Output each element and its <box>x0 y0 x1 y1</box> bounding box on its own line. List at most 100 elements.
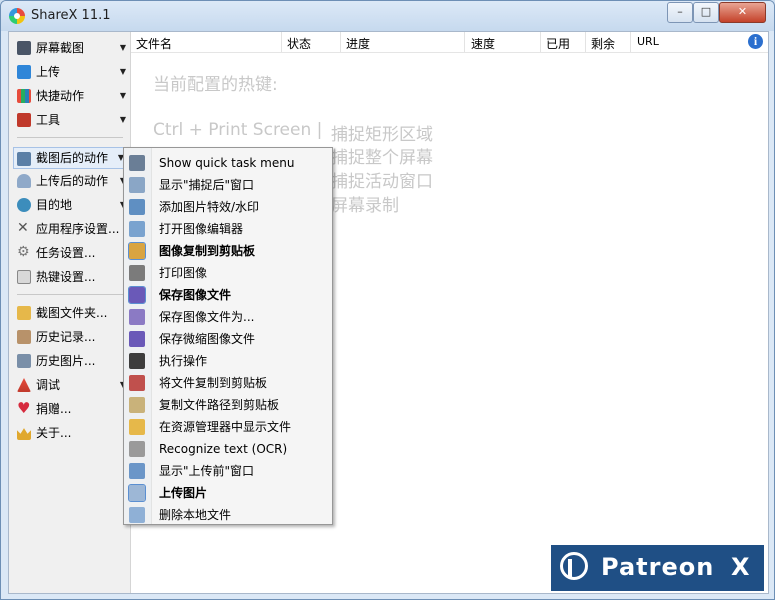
sidebar-item-debug[interactable]: 调试 ▼ <box>14 374 126 396</box>
cloud-icon <box>17 174 31 188</box>
menu-item[interactable]: 图像复制到剪贴板 <box>126 240 330 262</box>
menu-item[interactable]: 保存图像文件为... <box>126 306 330 328</box>
sidebar-item-screenshots-folder[interactable]: 截图文件夹... <box>14 302 126 324</box>
gear-icon: ⚙ <box>17 244 30 260</box>
hotkeys-title: 当前配置的热键: <box>153 75 278 95</box>
hotkey-action: 捕捉活动窗口 <box>331 172 433 192</box>
sidebar-item-app-settings[interactable]: ✕ 应用程序设置... <box>14 218 126 240</box>
menu-item-label: 图像复制到剪贴板 <box>159 244 256 258</box>
menu-item[interactable]: 在资源管理器中显示文件 <box>126 416 330 438</box>
terminal-icon <box>129 353 145 369</box>
sidebar-item-workflows[interactable]: 快捷动作 ▼ <box>14 85 126 107</box>
dropdown-arrow-icon: ▼ <box>119 67 126 76</box>
menu-item[interactable]: 添加图片特效/水印 <box>126 196 330 218</box>
column-header-elapsed[interactable]: 已用 <box>546 35 570 52</box>
column-header-url[interactable]: URL <box>637 35 659 48</box>
copy-path-icon <box>129 397 145 413</box>
maximize-button[interactable]: □ <box>693 2 719 23</box>
wrench-icon: ✕ <box>17 220 29 236</box>
delete-file-icon <box>129 507 145 523</box>
column-divider[interactable] <box>281 32 282 52</box>
menu-item-label: 保存图像文件为... <box>159 310 255 324</box>
ocr-icon <box>129 441 145 457</box>
sidebar-item-image-history[interactable]: 历史图片... <box>14 350 126 372</box>
sidebar-item-about[interactable]: 关于... <box>14 422 126 444</box>
sidebar-item-donate[interactable]: ♥ 捐赠... <box>14 398 126 420</box>
clipboard-icon <box>128 242 146 260</box>
save-thumbnail-icon <box>129 331 145 347</box>
cloud-upload-icon <box>128 484 146 502</box>
menu-item[interactable]: 显示"上传前"窗口 <box>126 460 330 482</box>
menu-item[interactable]: Recognize text (OCR) <box>126 438 330 460</box>
column-header-status[interactable]: 状态 <box>287 35 311 52</box>
sharex-mark: X <box>731 553 750 581</box>
sidebar-item-capture[interactable]: 屏幕截图 ▼ <box>14 37 126 59</box>
menu-item-label: 复制文件路径到剪贴板 <box>159 398 280 412</box>
sidebar-item-upload[interactable]: 上传 ▼ <box>14 61 126 83</box>
menu-item-label: 显示"上传前"窗口 <box>159 464 255 478</box>
sidebar-item-tools[interactable]: 工具 ▼ <box>14 109 126 131</box>
folder-icon <box>129 419 145 435</box>
menu-item[interactable]: 删除本地文件 <box>126 504 330 526</box>
task-list-header: 文件名 状态 进度 速度 已用 剩余 URL i <box>131 32 768 53</box>
menu-item-label: 显示"捕捉后"窗口 <box>159 178 255 192</box>
sidebar-item-after-upload[interactable]: 上传后的动作 ▼ <box>14 170 126 192</box>
menu-item[interactable]: 打开图像编辑器 <box>126 218 330 240</box>
upload-arrow-icon <box>17 65 31 79</box>
menu-item[interactable]: 保存微缩图像文件 <box>126 328 330 350</box>
sidebar-item-destinations[interactable]: 目的地 ▼ <box>14 194 126 216</box>
info-icon[interactable]: i <box>748 34 763 49</box>
keyboard-icon <box>17 270 31 284</box>
printer-icon <box>129 265 145 281</box>
sidebar-item-hotkey-settings[interactable]: 热键设置... <box>14 266 126 288</box>
menu-item-label: 执行操作 <box>159 354 208 368</box>
window-title: ShareX 11.1 <box>31 8 111 23</box>
close-button[interactable]: ✕ <box>719 2 766 23</box>
patreon-banner[interactable]: Patreon X <box>549 543 766 593</box>
column-header-filename[interactable]: 文件名 <box>136 35 172 52</box>
menu-item[interactable]: 执行操作 <box>126 350 330 372</box>
menu-item-label: 删除本地文件 <box>159 508 232 522</box>
menu-item-label: 在资源管理器中显示文件 <box>159 420 292 434</box>
image-effects-icon <box>129 199 145 215</box>
column-divider[interactable] <box>630 32 631 52</box>
menu-item[interactable]: 保存图像文件 <box>126 284 330 306</box>
copy-file-icon <box>129 375 145 391</box>
menu-item[interactable]: Show quick task menu <box>126 152 330 174</box>
cone-icon <box>17 378 31 392</box>
sharex-logo-icon <box>9 8 25 24</box>
column-divider[interactable] <box>585 32 586 52</box>
dropdown-arrow-icon: ▼ <box>119 91 126 100</box>
image-editor-icon <box>129 221 145 237</box>
menu-item-label: 保存微缩图像文件 <box>159 332 256 346</box>
column-divider[interactable] <box>464 32 465 52</box>
column-header-progress[interactable]: 进度 <box>346 35 370 52</box>
menu-icon <box>129 155 145 171</box>
column-divider[interactable] <box>540 32 541 52</box>
column-header-remaining[interactable]: 剩余 <box>591 35 615 52</box>
menu-item-label: 上传图片 <box>159 486 208 500</box>
menu-item[interactable]: 打印图像 <box>126 262 330 284</box>
column-divider[interactable] <box>340 32 341 52</box>
dropdown-arrow-icon: ▼ <box>119 115 126 124</box>
menu-item[interactable]: 复制文件路径到剪贴板 <box>126 394 330 416</box>
image-history-icon <box>17 354 31 368</box>
menu-item[interactable]: 将文件复制到剪贴板 <box>126 372 330 394</box>
column-header-speed[interactable]: 速度 <box>471 35 495 52</box>
sidebar-item-after-capture[interactable]: 截图后的动作 ▼ <box>13 147 125 169</box>
sidebar: 屏幕截图 ▼ 上传 ▼ 快捷动作 ▼ 工具 ▼ 截图后的动作 ▼ 上传后的动作 … <box>9 32 131 593</box>
hotkey-key: Ctrl + Print Screen | <box>153 120 323 140</box>
sidebar-item-task-settings[interactable]: ⚙ 任务设置... <box>14 242 126 264</box>
globe-icon <box>17 198 31 212</box>
main-area: 屏幕截图 ▼ 上传 ▼ 快捷动作 ▼ 工具 ▼ 截图后的动作 ▼ 上传后的动作 … <box>8 31 769 594</box>
menu-item[interactable]: 上传图片 <box>126 482 330 504</box>
image-settings-icon <box>17 152 31 166</box>
history-icon <box>17 330 31 344</box>
title-bar: ShareX 11.1 – □ ✕ <box>1 1 774 31</box>
sidebar-item-history[interactable]: 历史记录... <box>14 326 126 348</box>
menu-item[interactable]: 显示"捕捉后"窗口 <box>126 174 330 196</box>
hotkey-action: 屏幕录制 <box>331 196 399 216</box>
minimize-button[interactable]: – <box>667 2 693 23</box>
grid-icon <box>17 89 31 103</box>
heart-icon: ♥ <box>17 399 31 417</box>
